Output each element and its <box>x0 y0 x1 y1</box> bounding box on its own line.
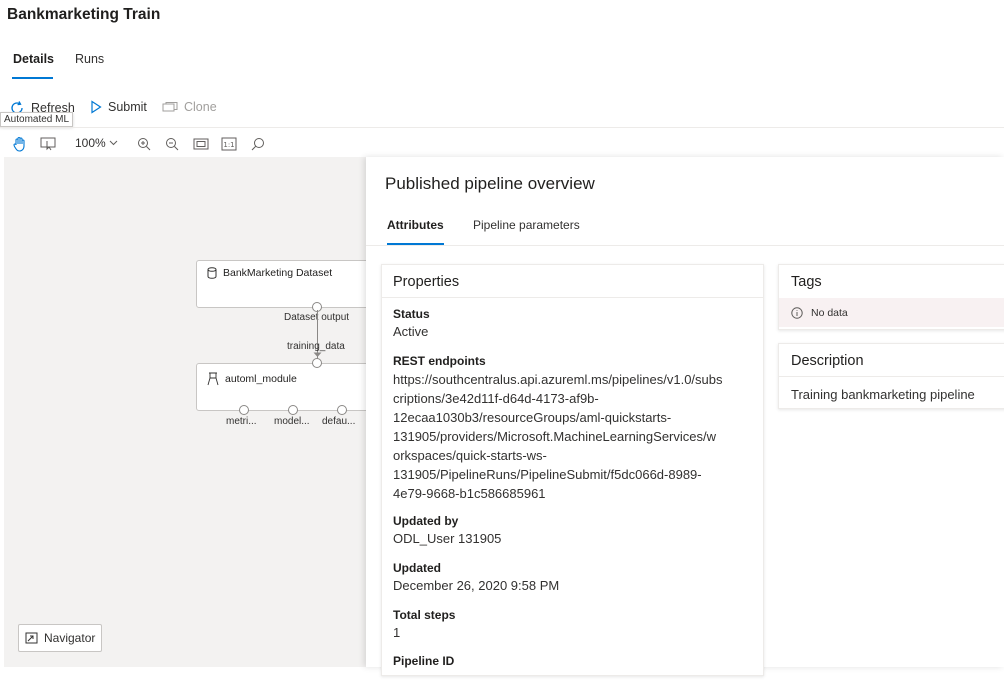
automl-module-node[interactable]: automl_module <box>196 363 378 411</box>
properties-heading: Properties <box>393 274 460 290</box>
rest-endpoints-value[interactable]: https://southcentralus.api.azureml.ms/pi… <box>393 370 761 503</box>
chevron-down-icon <box>109 140 118 146</box>
submit-label: Submit <box>108 100 147 114</box>
rest-endpoint-line: 131905/PipelineRuns/PipelineSubmit/f5dc0… <box>393 467 702 482</box>
hand-icon <box>13 136 25 152</box>
actual-size-button[interactable]: 1:1 <box>220 135 238 153</box>
fit-to-screen-button[interactable] <box>192 135 210 153</box>
clone-label: Clone <box>184 100 217 114</box>
play-icon <box>91 100 102 114</box>
clone-button[interactable]: Clone <box>162 100 217 114</box>
port-label-model: model... <box>274 416 310 427</box>
updated-label: Updated <box>393 561 441 575</box>
updated-by-label: Updated by <box>393 514 459 528</box>
rest-endpoints-label: REST endpoints <box>393 354 486 368</box>
status-label: Status <box>393 307 430 321</box>
total-steps-label: Total steps <box>393 608 456 622</box>
tooltip: Automated ML <box>0 112 74 127</box>
tab-details[interactable]: Details <box>13 52 54 66</box>
panel-title: Published pipeline overview <box>385 174 595 193</box>
navigator-label: Navigator <box>44 631 96 645</box>
search-button[interactable] <box>250 135 266 153</box>
rest-endpoint-line: orkspaces/quick-starts-ws- <box>393 448 547 463</box>
pan-tool-button[interactable] <box>11 135 29 153</box>
rest-endpoint-line: 12ecaa1030b3/resourceGroups/aml-quicksta… <box>393 410 672 425</box>
description-divider <box>779 376 1004 377</box>
properties-divider <box>382 297 763 298</box>
automl-icon <box>207 372 219 386</box>
pipeline-id-label: Pipeline ID <box>393 654 455 668</box>
tab-runs[interactable]: Runs <box>75 52 104 66</box>
port-label-metrics: metri... <box>226 416 257 427</box>
training-data-input-port[interactable] <box>312 358 322 368</box>
select-tool-button[interactable] <box>38 135 58 153</box>
clone-icon <box>162 102 178 112</box>
output-port-model[interactable] <box>288 405 298 415</box>
rest-endpoint-line: https://southcentralus.api.azureml.ms/pi… <box>393 372 723 387</box>
navigator-icon <box>25 632 38 644</box>
database-icon <box>207 267 217 279</box>
select-icon <box>40 137 56 151</box>
edge-label: training_data <box>287 341 345 352</box>
description-heading: Description <box>791 353 864 369</box>
dataset-node-label: BankMarketing Dataset <box>223 267 333 279</box>
navigator-button[interactable]: Navigator <box>18 624 102 652</box>
properties-card: Properties Status Active REST endpoints … <box>381 264 764 676</box>
zoom-out-button[interactable] <box>164 135 180 153</box>
output-port-default[interactable] <box>337 405 347 415</box>
rest-endpoint-line: criptions/3e42d11f-d64d-4173-af9b- <box>393 391 599 406</box>
tab-details-underline <box>12 77 53 79</box>
toolbar-divider <box>0 127 1004 128</box>
tags-heading: Tags <box>791 274 822 290</box>
search-icon <box>251 138 264 151</box>
output-port-metrics[interactable] <box>239 405 249 415</box>
port-label-default: defau... <box>322 416 356 427</box>
pipeline-canvas[interactable] <box>4 157 366 667</box>
zoom-in-icon <box>138 138 151 151</box>
total-steps-value: 1 <box>393 625 401 640</box>
automl-module-label: automl_module <box>225 373 297 385</box>
info-icon <box>791 306 803 319</box>
actual-size-icon: 1:1 <box>221 137 237 151</box>
rest-endpoint-line: 131905/providers/Microsoft.MachineLearni… <box>393 429 716 444</box>
updated-value: December 26, 2020 9:58 PM <box>393 578 560 593</box>
tab-attributes[interactable]: Attributes <box>387 218 444 232</box>
submit-button[interactable]: Submit <box>90 100 147 114</box>
no-data-label: No data <box>811 306 848 319</box>
page-title: Bankmarketing Train <box>7 6 161 23</box>
status-value: Active <box>393 324 429 339</box>
zoom-out-icon <box>166 138 179 151</box>
description-value: Training bankmarketing pipeline <box>791 387 975 402</box>
svg-text:1:1: 1:1 <box>223 141 234 149</box>
zoom-dropdown[interactable]: 100% <box>75 136 118 150</box>
updated-by-value: ODL_User 131905 <box>393 531 502 546</box>
description-card: Description Training bankmarketing pipel… <box>778 343 1004 409</box>
zoom-value: 100% <box>75 136 106 150</box>
fit-screen-icon <box>193 138 209 150</box>
dataset-node[interactable]: BankMarketing Dataset <box>196 260 378 308</box>
no-data-message: No data <box>779 298 1004 327</box>
tab-pipeline-parameters[interactable]: Pipeline parameters <box>473 218 580 232</box>
rest-endpoint-line: 4e79-9668-b1c586685961 <box>393 486 546 501</box>
panel-tab-divider <box>366 245 1004 246</box>
zoom-in-button[interactable] <box>136 135 152 153</box>
